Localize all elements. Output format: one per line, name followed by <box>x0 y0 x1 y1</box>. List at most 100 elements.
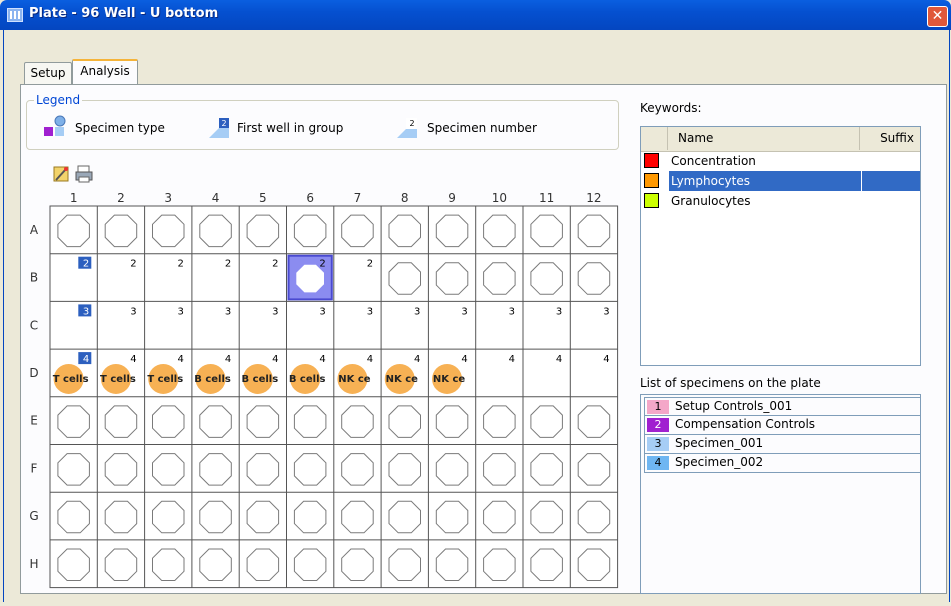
well-D10[interactable]: 4 <box>509 354 515 365</box>
specimen-number: 3 <box>272 306 278 317</box>
specimen-item[interactable]: 3 Specimen_001 <box>644 435 921 454</box>
row-header: G <box>29 509 38 523</box>
well-C12[interactable]: 3 <box>603 306 609 317</box>
specimen-name: Specimen_002 <box>675 455 764 469</box>
specimen-number: 4 <box>319 354 325 365</box>
keyword-suffix[interactable] <box>862 151 920 171</box>
row-header: D <box>29 366 38 380</box>
row-header: A <box>30 223 39 237</box>
legend-specimen-number-label: Specimen number <box>427 121 537 135</box>
well-C6[interactable]: 3 <box>319 306 325 317</box>
specimen-number: 3 <box>461 306 467 317</box>
specimen-number: 4 <box>130 354 136 365</box>
specimen-number: 3 <box>556 306 562 317</box>
well-label: NK ce <box>433 374 466 385</box>
keyword-suffix[interactable] <box>862 171 920 191</box>
row-header: B <box>30 271 38 285</box>
legend-title: Legend <box>34 93 83 107</box>
well-B2[interactable]: 2 <box>130 259 136 270</box>
tab-analysis[interactable]: Analysis <box>72 59 138 84</box>
well-label: NK ce <box>338 374 371 385</box>
specimen-item[interactable]: 4 Specimen_002 <box>644 454 921 473</box>
plate-app-icon <box>7 8 23 22</box>
specimen-number: 3 <box>509 306 515 317</box>
specimen-number: 2 <box>130 259 136 270</box>
well-label: T cells <box>100 374 136 385</box>
well-B7[interactable]: 2 <box>367 259 373 270</box>
name-column-header[interactable]: Name <box>668 127 860 150</box>
well-B1[interactable]: 2 <box>78 256 92 270</box>
well-B3[interactable]: 2 <box>178 259 184 270</box>
well-D11[interactable]: 4 <box>556 354 562 365</box>
well-C7[interactable]: 3 <box>367 306 373 317</box>
specimen-number-icon-number: 2 <box>409 119 414 128</box>
keyword-color-swatch <box>644 153 659 168</box>
specimen-item[interactable]: 1 Setup Controls_001 <box>644 397 921 416</box>
edit-wand-icon[interactable] <box>52 164 72 184</box>
suffix-column-header[interactable]: Suffix <box>860 127 920 150</box>
specimen-number: 4 <box>225 354 231 365</box>
specimen-number: 3 <box>414 306 420 317</box>
specimen-number: 4 <box>367 354 373 365</box>
well-D12[interactable]: 4 <box>603 354 609 365</box>
specimen-number-icon: 2 <box>397 118 417 138</box>
well-C11[interactable]: 3 <box>556 306 562 317</box>
specimen-number: 4 <box>603 354 609 365</box>
row-header: F <box>31 461 38 475</box>
column-header: 8 <box>401 191 409 205</box>
column-header: 10 <box>492 191 507 205</box>
column-header: 1 <box>70 191 78 205</box>
well-label: B cells <box>194 374 231 385</box>
specimen-number: 4 <box>556 354 562 365</box>
specimen-number: 2 <box>225 259 231 270</box>
column-header: 9 <box>448 191 456 205</box>
well-C3[interactable]: 3 <box>178 306 184 317</box>
keyword-row[interactable]: Lymphocytes <box>641 171 920 191</box>
well-C5[interactable]: 3 <box>272 306 278 317</box>
well-B4[interactable]: 2 <box>225 259 231 270</box>
specimen-number: 3 <box>225 306 231 317</box>
well-label: B cells <box>242 374 279 385</box>
legend-first-well-label: First well in group <box>237 121 344 135</box>
row-header: E <box>30 414 38 428</box>
keywords-table[interactable]: Name Suffix Concentration Lymphocytes Gr… <box>640 126 921 366</box>
first-well-icon-number: 2 <box>221 119 226 128</box>
specimen-number: 3 <box>178 306 184 317</box>
plate-grid[interactable]: 1 2 3 4 5 6 7 8 9 10 11 12ABCDEFGH2 2 2 2 2 2 23 3 3 3 3 3 3 3 3 3… <box>20 190 626 594</box>
specimen-number: 2 <box>272 259 278 270</box>
well-label: T cells <box>147 374 183 385</box>
window-title: Plate - 96 Well - U bottom <box>29 6 219 21</box>
well-C4[interactable]: 3 <box>225 306 231 317</box>
specimen-list-label: List of specimens on the plate <box>640 376 821 390</box>
keyword-name: Lymphocytes <box>669 171 861 191</box>
specimen-number: 2 <box>319 259 325 270</box>
keyword-name: Concentration <box>671 154 756 168</box>
well-B5[interactable]: 2 <box>272 259 278 270</box>
tab-setup[interactable]: Setup <box>24 62 72 84</box>
specimen-number-badge: 3 <box>647 437 669 451</box>
well-B6[interactable]: 2 <box>287 254 333 301</box>
well-C1[interactable]: 3 <box>78 304 92 317</box>
specimen-list[interactable]: 1 Setup Controls_001 2 Compensation Cont… <box>640 394 921 594</box>
column-header: 5 <box>259 191 267 205</box>
specimen-number-badge: 2 <box>647 418 669 432</box>
well-label: B cells <box>289 374 326 385</box>
title-bar[interactable]: Plate - 96 Well - U bottom ✕ <box>0 0 951 30</box>
row-header: C <box>30 318 38 332</box>
specimen-item[interactable]: 2 Compensation Controls <box>644 416 921 435</box>
keywords-label: Keywords: <box>640 101 702 115</box>
specimen-number: 4 <box>83 354 89 365</box>
well-label: NK ce <box>386 374 419 385</box>
print-icon[interactable] <box>74 164 94 184</box>
column-header: 12 <box>586 191 601 205</box>
well-C8[interactable]: 3 <box>414 306 420 317</box>
keyword-suffix[interactable] <box>862 191 920 211</box>
well-C10[interactable]: 3 <box>509 306 515 317</box>
specimen-number: 2 <box>83 259 89 270</box>
keyword-row[interactable]: Concentration <box>641 151 920 171</box>
first-well-icon: 2 <box>209 118 229 138</box>
close-button[interactable]: ✕ <box>927 6 948 27</box>
well-C2[interactable]: 3 <box>130 306 136 317</box>
keyword-row[interactable]: Granulocytes <box>641 191 920 211</box>
well-C9[interactable]: 3 <box>461 306 467 317</box>
